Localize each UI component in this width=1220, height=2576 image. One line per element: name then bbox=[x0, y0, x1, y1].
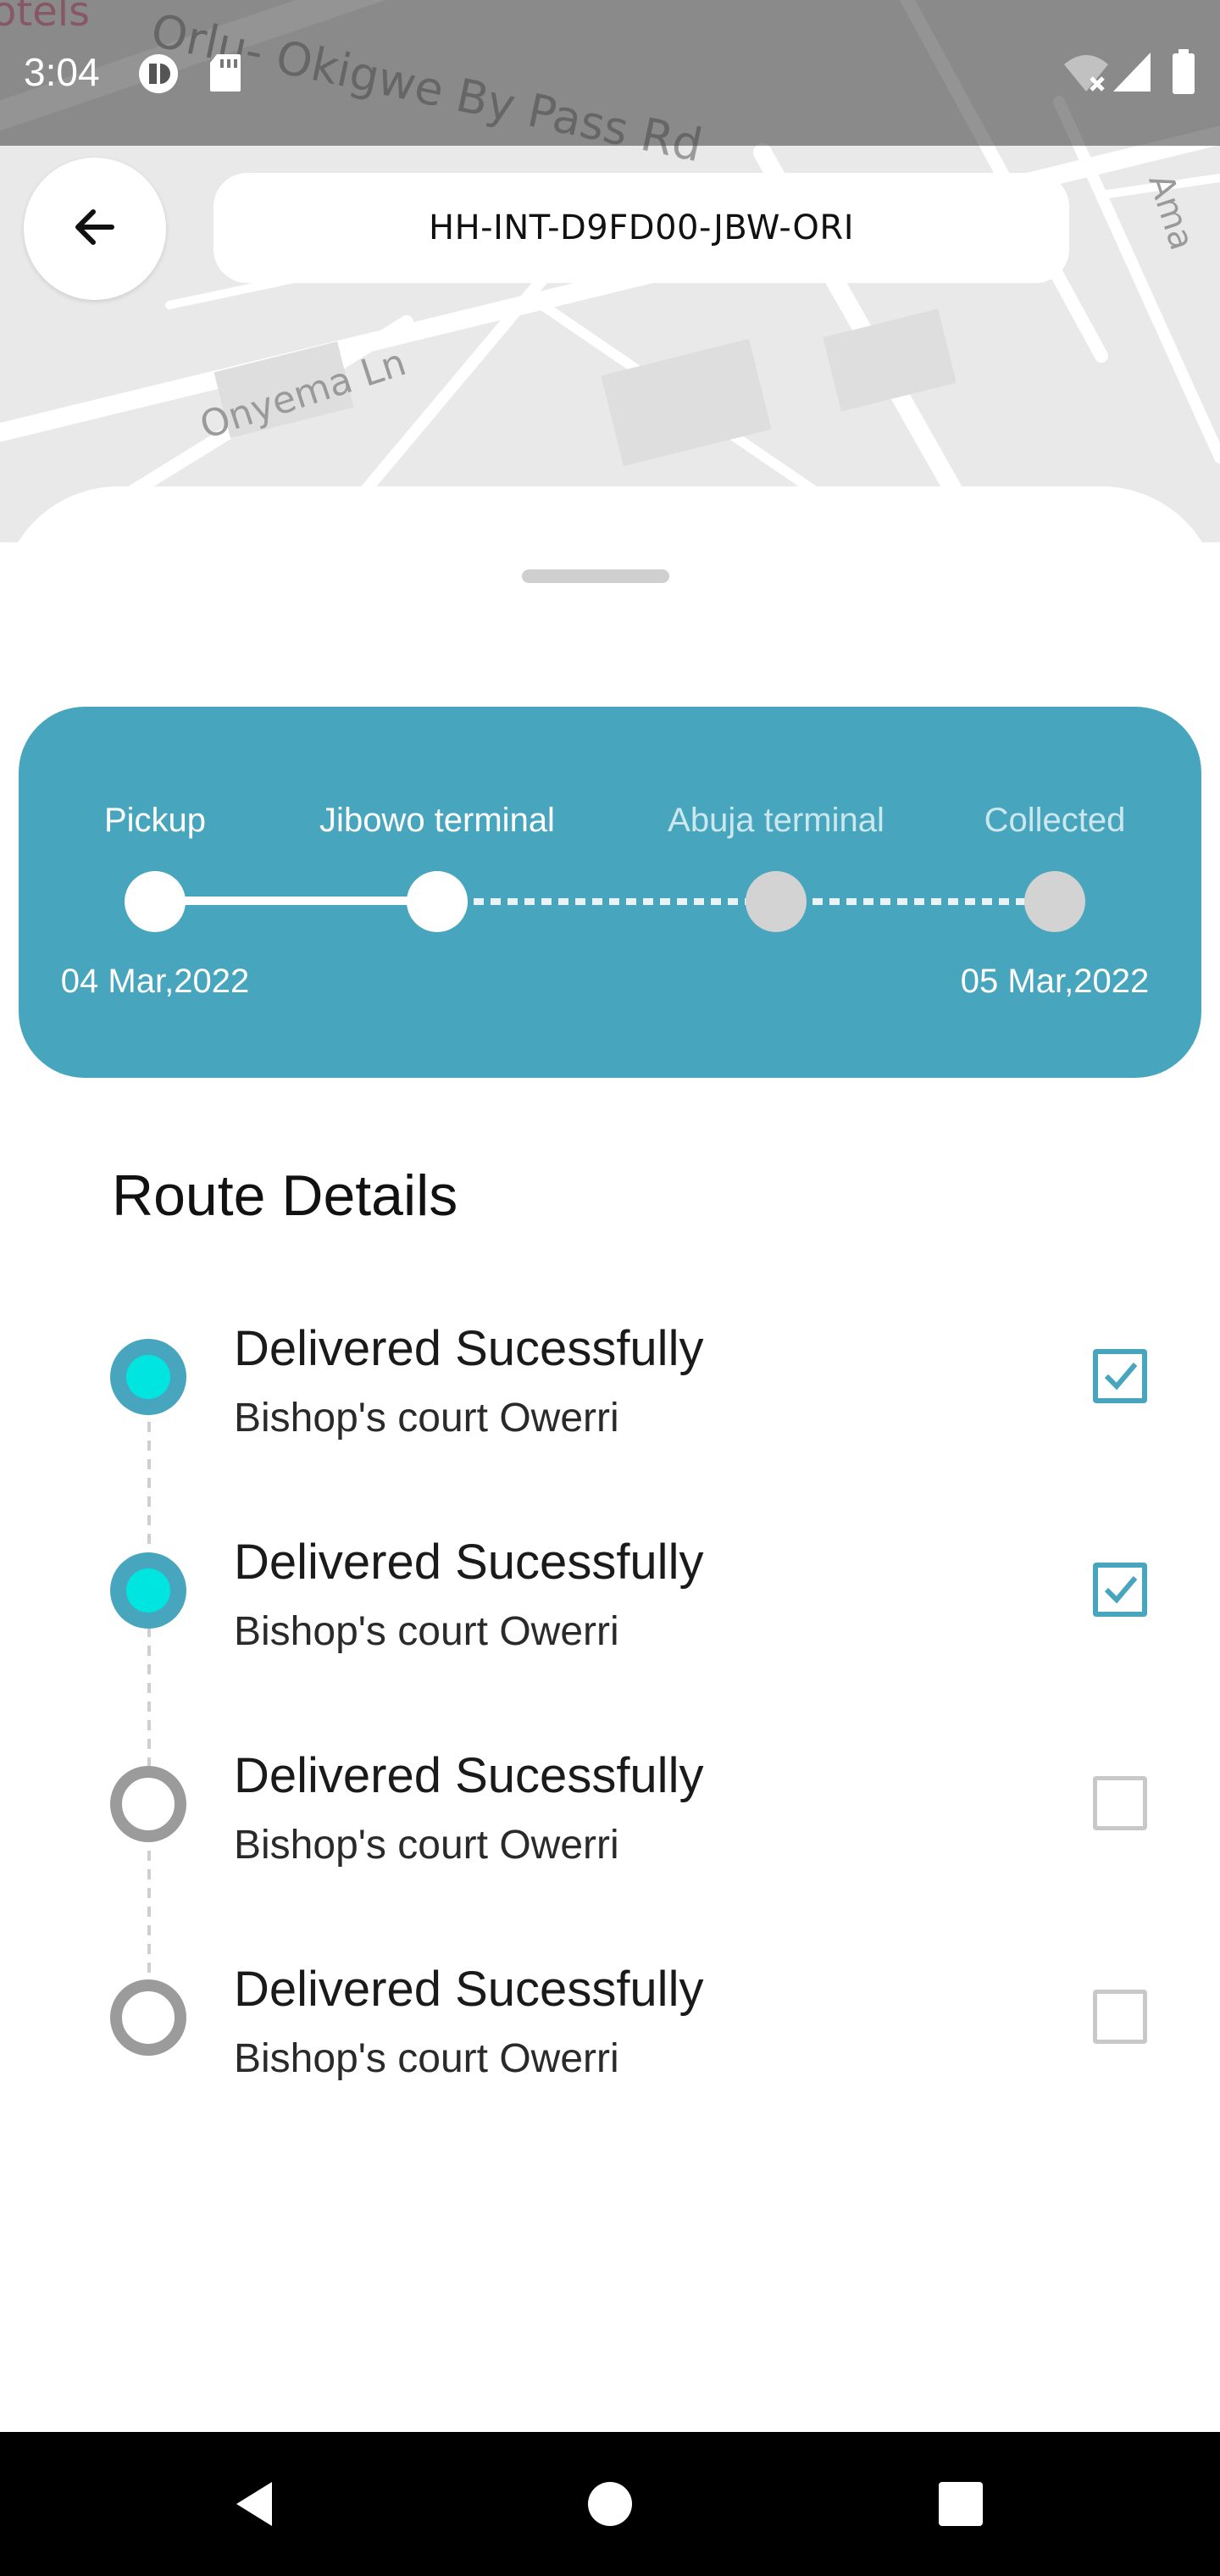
route-item-location: Bishop's court Owerri bbox=[234, 1609, 619, 1654]
route-item-heading: Delivered Sucessfully bbox=[234, 1962, 704, 2017]
sd-card-icon bbox=[208, 53, 242, 97]
back-button[interactable] bbox=[24, 158, 166, 300]
route-status-dot-pending bbox=[110, 1979, 186, 2056]
shipment-progress-card: Pickup Jibowo terminal Abuja terminal Co… bbox=[19, 707, 1201, 1078]
route-item-location: Bishop's court Owerri bbox=[234, 1396, 619, 1441]
tracking-id-text: HH-INT-D9FD00-JBW-ORI bbox=[429, 208, 854, 247]
checkmark-icon bbox=[1104, 1363, 1138, 1391]
nav-recents-button[interactable] bbox=[889, 2432, 1033, 2576]
route-item-heading: Delivered Sucessfully bbox=[234, 1535, 704, 1590]
battery-icon bbox=[1171, 49, 1196, 98]
route-checkbox-checked[interactable] bbox=[1093, 1563, 1147, 1617]
status-bar: 3:04 bbox=[0, 0, 1220, 146]
recents-square-icon bbox=[939, 2482, 983, 2526]
route-item-location: Bishop's court Owerri bbox=[234, 1823, 619, 1868]
back-triangle-icon bbox=[236, 2482, 272, 2526]
checkmark-icon bbox=[1104, 1576, 1138, 1604]
route-status-dot-pending bbox=[110, 1766, 186, 1842]
stage-dot-pickup bbox=[125, 871, 186, 932]
route-item: Delivered Sucessfully Bishop's court Owe… bbox=[0, 1748, 1220, 1922]
progress-line-pending-1 bbox=[457, 898, 796, 905]
tracking-id-field[interactable]: HH-INT-D9FD00-JBW-ORI bbox=[214, 173, 1069, 283]
start-date: 04 Mar,2022 bbox=[60, 963, 250, 1000]
route-item-heading: Delivered Sucessfully bbox=[234, 1321, 704, 1376]
arrow-left-icon bbox=[69, 202, 120, 256]
cell-signal-icon bbox=[1112, 51, 1152, 97]
stage-label-collected: Collected bbox=[984, 802, 1126, 839]
stage-dot-jibowo bbox=[407, 871, 468, 932]
stage-label-jibowo: Jibowo terminal bbox=[319, 802, 555, 839]
system-nav-bar bbox=[0, 2432, 1220, 2576]
route-item: Delivered Sucessfully Bishop's court Owe… bbox=[0, 1535, 1220, 1708]
stage-label-pickup: Pickup bbox=[103, 802, 207, 839]
private-dns-icon bbox=[137, 53, 180, 98]
route-checkbox-checked[interactable] bbox=[1093, 1349, 1147, 1403]
stage-dot-abuja bbox=[746, 871, 807, 932]
route-checkbox-unchecked[interactable] bbox=[1093, 1990, 1147, 2044]
stage-dot-collected bbox=[1024, 871, 1085, 932]
bottom-sheet: Pickup Jibowo terminal Abuja terminal Co… bbox=[0, 486, 1220, 2435]
stage-label-abuja: Abuja terminal bbox=[668, 802, 884, 839]
route-status-dot-done bbox=[110, 1552, 186, 1629]
route-item: Delivered Sucessfully Bishop's court Owe… bbox=[0, 1962, 1220, 2135]
route-details-title: Route Details bbox=[112, 1163, 458, 1228]
route-status-dot-done bbox=[110, 1339, 186, 1415]
end-date: 05 Mar,2022 bbox=[960, 963, 1150, 1000]
route-item-heading: Delivered Sucessfully bbox=[234, 1748, 704, 1803]
nav-back-button[interactable] bbox=[183, 2432, 327, 2576]
route-checkbox-unchecked[interactable] bbox=[1093, 1776, 1147, 1830]
route-item: Delivered Sucessfully Bishop's court Owe… bbox=[0, 1321, 1220, 1495]
nav-home-button[interactable] bbox=[538, 2432, 682, 2576]
status-time: 3:04 bbox=[24, 50, 100, 94]
home-circle-icon bbox=[588, 2482, 632, 2526]
wifi-off-icon bbox=[1062, 53, 1110, 97]
drag-handle[interactable] bbox=[522, 569, 669, 583]
route-item-location: Bishop's court Owerri bbox=[234, 2036, 619, 2081]
